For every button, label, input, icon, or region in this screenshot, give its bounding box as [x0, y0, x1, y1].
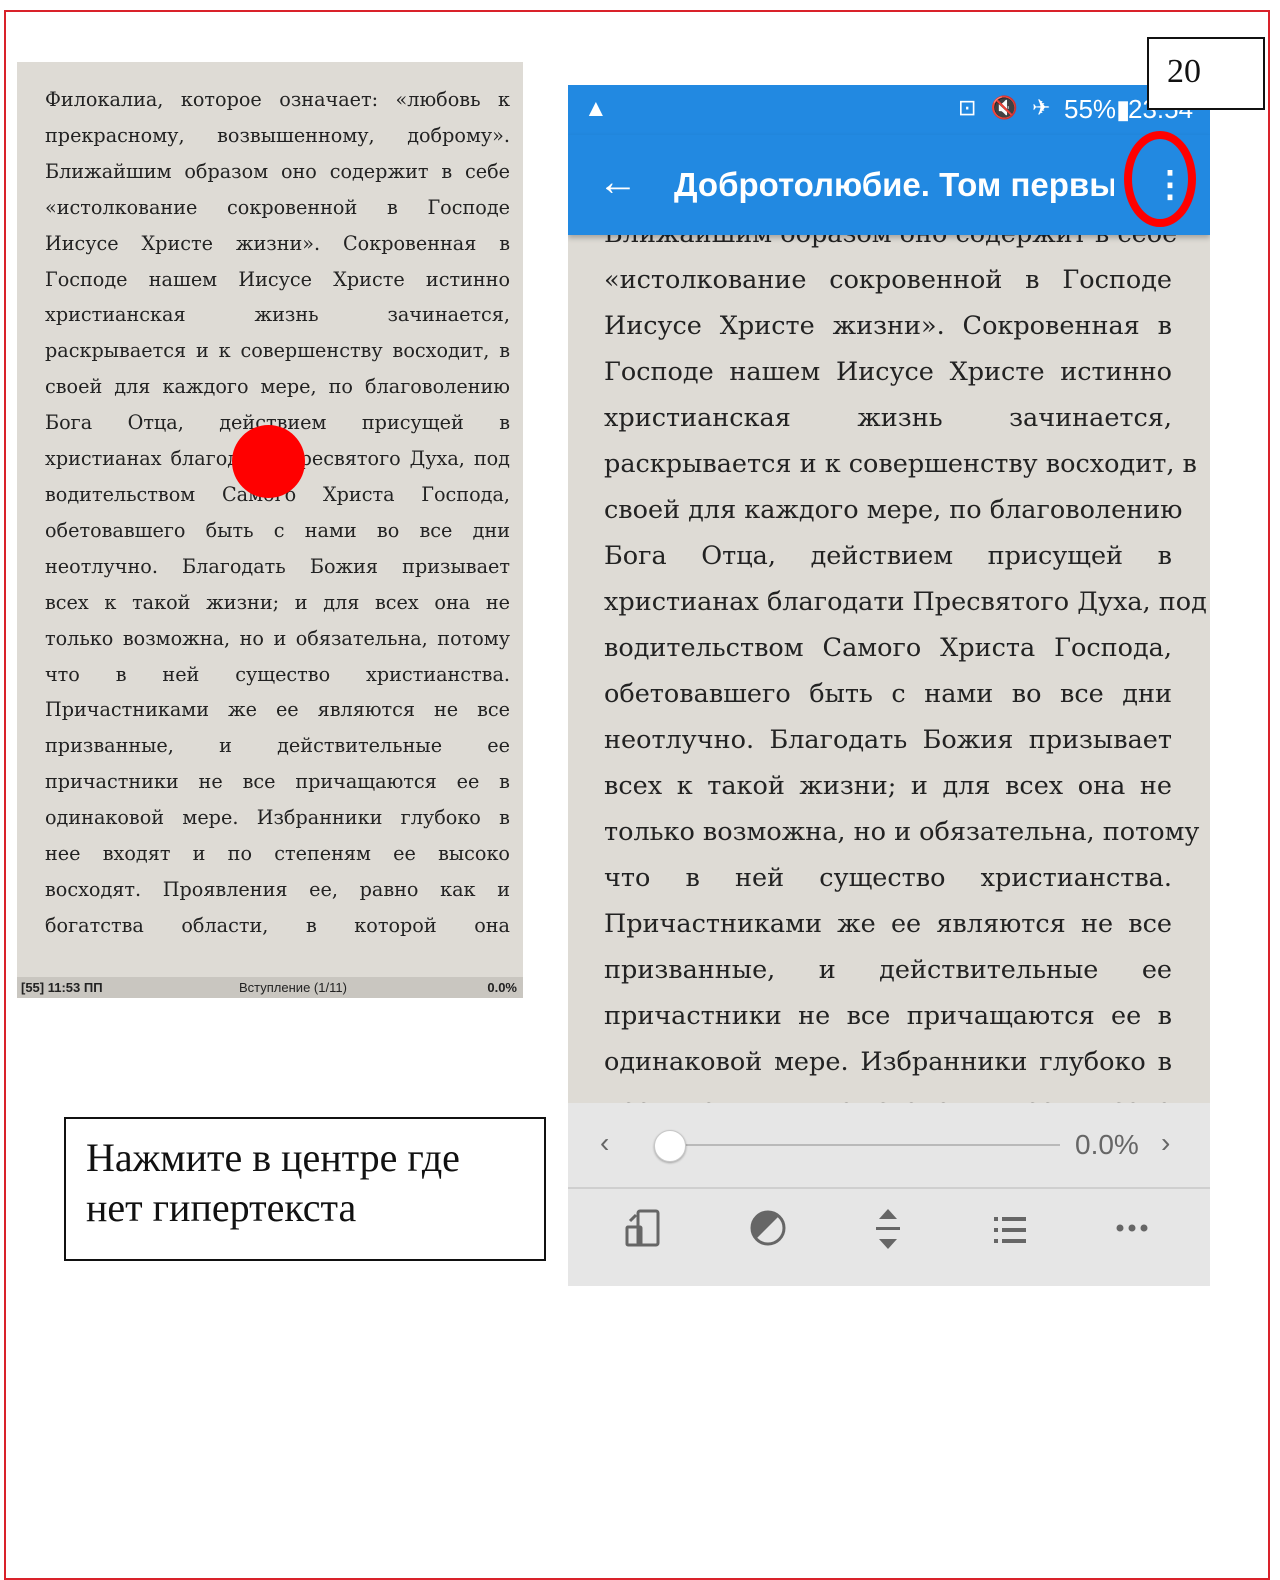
text-line: причастники не все причащаются ее в [604, 1001, 1172, 1031]
book-title: Добротолюбие. Том первы... [674, 166, 1114, 203]
text-line: прекрасному, возвышенному, доброму». [45, 123, 510, 147]
chevron-left-icon[interactable]: ‹ [600, 1127, 609, 1159]
left-status-time: [55] 11:53 ПП [21, 980, 103, 995]
text-line: «истолкование сокровенной в Господе [45, 195, 510, 219]
text-line: Причастниками же ее являются не все [604, 909, 1172, 939]
theme-contrast-icon[interactable] [738, 1207, 798, 1267]
arrow-back-icon[interactable]: ← [598, 157, 638, 207]
left-status-chapter: Вступление (1/11) [239, 980, 347, 995]
text-line: богатства области, в которой она [45, 913, 510, 937]
text-line: неотлучно. Благодать Божия призывает [604, 725, 1172, 755]
text-line: восходят. Проявления ее, равно как и [45, 877, 510, 901]
chevron-right-icon[interactable]: › [1161, 1127, 1170, 1159]
text-line: христианская жизнь зачинается, [45, 303, 510, 327]
left-reader-text[interactable]: Филокалиа, которое означает: «любовь к пр… [45, 88, 510, 944]
text-line: раскрывается и к совершенству восходит, … [45, 339, 510, 363]
text-line: призванные, и действительные ее [604, 955, 1172, 985]
progress-thumb[interactable] [654, 1130, 686, 1162]
text-line: одинаковой мере. Избранники глубоко в [604, 1047, 1172, 1077]
line-spacing-icon[interactable] [858, 1207, 918, 1267]
text-line: христианах благодати Пресвятого Духа, по… [604, 587, 1207, 617]
text-line: что в ней существо христианства. [45, 662, 510, 686]
text-line: Иисусе Христе жизни». Сокровенная в [604, 311, 1172, 341]
text-line: обетовавшего быть с нами во все дни [45, 518, 510, 542]
text-line: Причастниками же ее являются не все [45, 698, 510, 722]
progress-percent: 0.0% [1075, 1129, 1139, 1160]
text-line: всех к такой жизни; и для всех она не [45, 590, 510, 614]
more-horiz-icon[interactable] [1102, 1207, 1162, 1267]
text-line: всех к такой жизни; и для всех она не [604, 771, 1172, 801]
text-line: водительством Самого Христа Господа, [604, 633, 1172, 663]
text-line: причастники не все причащаются ее в [45, 770, 510, 794]
table-of-contents-icon[interactable] [980, 1207, 1040, 1267]
page-number: 20 [1147, 37, 1265, 110]
text-line: своей для каждого мере, по благоволению [45, 375, 510, 399]
battery-indicator: 55%▮ [1064, 94, 1131, 124]
app-bar: ← Добротолюбие. Том первы... ⋮ [568, 135, 1210, 235]
reader-toolbar [568, 1189, 1210, 1286]
instruction-box: Нажмите в центре где нет гипертекста [64, 1117, 546, 1261]
left-status-bar: [55] 11:53 ПП Вступление (1/11) 0.0% [17, 977, 523, 998]
text-line: что в ней существо христианства. [604, 863, 1172, 893]
text-line: Филокалиа, которое означает: «любовь к [45, 88, 510, 111]
text-line: только возможна, но и обязательна, потом… [604, 817, 1200, 847]
warning-icon: ▲ [584, 95, 608, 122]
text-line: «истолкование сокровенной в Господе [604, 265, 1172, 295]
right-reader-text[interactable]: Ближайшим образом оно содержит в себе«ис… [604, 211, 1207, 1131]
instruction-line-2: нет гипертекста [86, 1185, 357, 1230]
text-line: Ближайшим образом оно содержит в себе [45, 159, 510, 183]
status-icons: ⊡ 🔇 ✈ [958, 95, 1055, 120]
text-line: нее входят и по степеням ее высоко [45, 842, 510, 866]
instruction-line-1: Нажмите в центре где [86, 1135, 460, 1180]
text-line: Господе нашем Иисусе Христе истинно [45, 267, 510, 291]
left-status-percent: 0.0% [487, 980, 517, 995]
progress-track[interactable] [668, 1144, 1060, 1146]
text-line: одинаковой мере. Избранники глубоко в [45, 806, 510, 830]
text-line: своей для каждого мере, по благоволению [604, 495, 1183, 525]
progress-slider-row: ‹ 0.0% › [568, 1103, 1210, 1187]
screen-rotate-icon[interactable] [614, 1207, 674, 1267]
text-line: Господе нашем Иисусе Христе истинно [604, 357, 1172, 387]
right-reader-screenshot: Ближайшим образом оно содержит в себе«ис… [568, 85, 1210, 1286]
tap-indicator-dot [232, 425, 305, 498]
text-line: Бога Отца, действием присущей в [604, 541, 1172, 571]
text-line: Иисусе Христе жизни». Сокровенная в [45, 231, 510, 255]
text-line: раскрывается и к совершенству восходит, … [604, 449, 1197, 479]
android-status-bar: ▲ ⊡ 🔇 ✈ 55%▮ 23:54 [568, 85, 1210, 135]
text-line: призванные, и действительные ее [45, 734, 510, 758]
text-line: христианская жизнь зачинается, [604, 403, 1172, 433]
reader-bottom-panel: ‹ 0.0% › [568, 1103, 1210, 1286]
highlight-ring [1124, 131, 1196, 227]
text-line: неотлучно. Благодать Божия призывает [45, 554, 510, 578]
left-reader-screenshot: Филокалиа, которое означает: «любовь к пр… [17, 62, 523, 998]
text-line: только возможна, но и обязательна, потом… [45, 626, 510, 650]
text-line: обетовавшего быть с нами во все дни [604, 679, 1172, 709]
